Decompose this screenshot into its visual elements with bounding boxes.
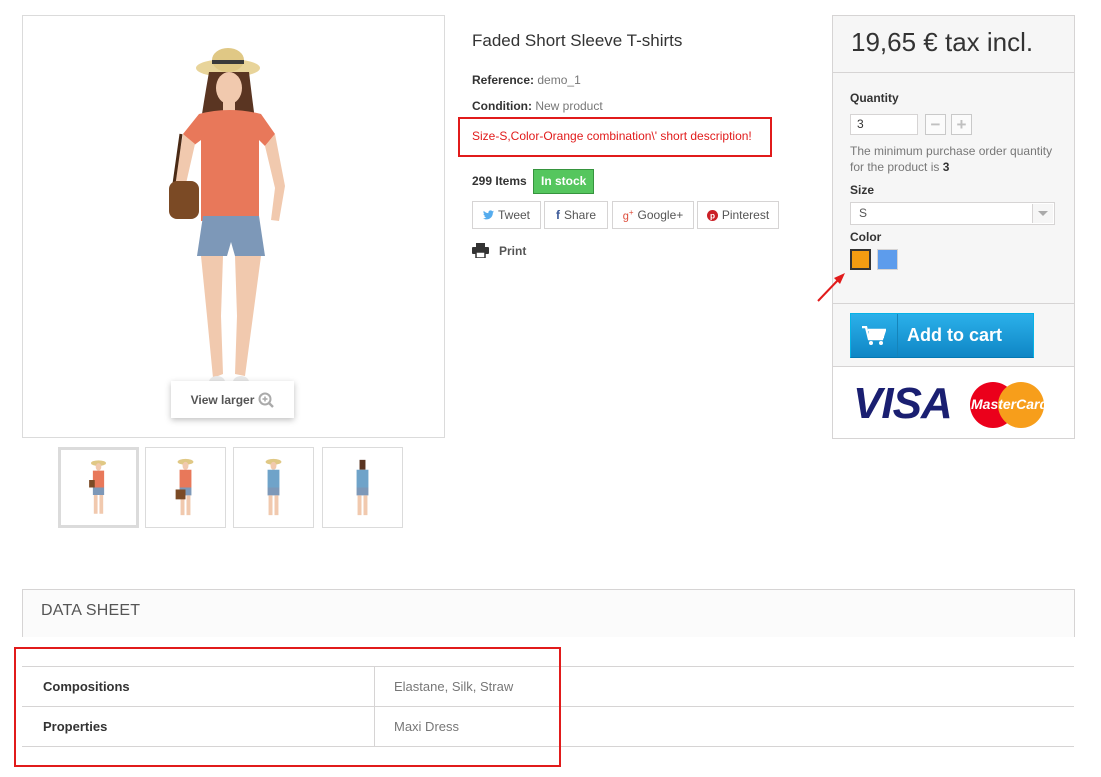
pinterest-label: Pinterest — [721, 208, 770, 222]
pinterest-button[interactable]: p Pinterest — [697, 201, 779, 229]
minimum-quantity-text: The minimum purchase order quantity for … — [850, 144, 1053, 174]
annotation-arrow-icon — [817, 273, 845, 302]
datasheet-highlight — [14, 647, 561, 767]
reference-line: Reference: demo_1 — [472, 73, 581, 87]
printer-icon — [472, 243, 489, 258]
share-button[interactable]: f Share — [544, 201, 608, 229]
minimum-quantity-value: 3 — [942, 160, 950, 174]
chevron-down-icon — [1032, 204, 1053, 223]
quantity-label: Quantity — [850, 91, 899, 105]
reference-value: demo_1 — [537, 73, 581, 87]
model-figure — [169, 48, 285, 388]
short-description: Size-S,Color-Orange combination\' short … — [472, 129, 752, 143]
main-product-image[interactable] — [22, 15, 445, 438]
datasheet-header — [22, 589, 1075, 637]
color-label: Color — [850, 230, 882, 244]
minimum-quantity-note: The minimum purchase order quantity for … — [850, 143, 1060, 175]
product-price: 19,65 € tax incl. — [851, 27, 1034, 57]
print-link[interactable]: Print — [472, 243, 526, 258]
thumbnail-4[interactable] — [322, 447, 403, 528]
mastercard-label: MasterCard — [971, 396, 1049, 412]
quantity-input[interactable]: 3 — [850, 114, 918, 135]
print-label: Print — [499, 243, 527, 258]
thumbnail-image — [89, 460, 106, 514]
view-larger-button[interactable]: View larger — [171, 381, 294, 418]
thumbnail-image — [356, 459, 369, 516]
add-to-cart-button[interactable]: Add to cart — [850, 313, 1034, 358]
items-count: 299 Items — [472, 174, 527, 188]
condition-line: Condition: New product — [472, 99, 603, 113]
color-swatch-blue[interactable] — [877, 249, 898, 270]
product-title: Faded Short Sleeve T-shirts — [472, 31, 683, 50]
quantity-increase-button[interactable]: + — [951, 114, 972, 135]
twitter-icon — [482, 210, 494, 220]
view-larger-label: View larger — [190, 392, 255, 407]
condition-value: New product — [535, 99, 603, 113]
thumbnail-image — [175, 458, 194, 516]
thumbnail-2[interactable] — [145, 447, 226, 528]
thumbnail-image — [265, 458, 282, 516]
size-select[interactable]: S — [850, 202, 1055, 225]
payment-logos: VISA MasterCard — [833, 366, 1074, 438]
google-plus-label: Google+ — [637, 208, 684, 222]
stock-badge: In stock — [533, 169, 595, 194]
thumbnail-3[interactable] — [233, 447, 314, 528]
google-plus-icon: g+ — [622, 207, 634, 223]
google-plus-button[interactable]: g+ Google+ — [612, 201, 694, 229]
zoom-icon — [258, 392, 275, 408]
share-label: Share — [563, 208, 597, 222]
tweet-label: Tweet — [497, 208, 530, 222]
cart-icon — [851, 314, 898, 357]
quantity-decrease-button[interactable]: − — [925, 114, 946, 135]
condition-label: Condition: — [472, 99, 532, 113]
pinterest-icon: p — [706, 209, 718, 221]
thumbnail-1[interactable] — [58, 447, 139, 528]
facebook-icon: f — [555, 208, 560, 222]
color-swatch-orange[interactable] — [850, 249, 871, 270]
datasheet-title: DATA SHEET — [41, 602, 141, 619]
size-selected-value: S — [859, 206, 868, 220]
svg-text:p: p — [710, 211, 715, 220]
add-to-cart-label: Add to cart — [907, 325, 1003, 345]
size-label: Size — [850, 183, 875, 197]
reference-label: Reference: — [472, 73, 535, 87]
tweet-button[interactable]: Tweet — [472, 201, 541, 229]
visa-logo: VISA — [853, 379, 953, 428]
